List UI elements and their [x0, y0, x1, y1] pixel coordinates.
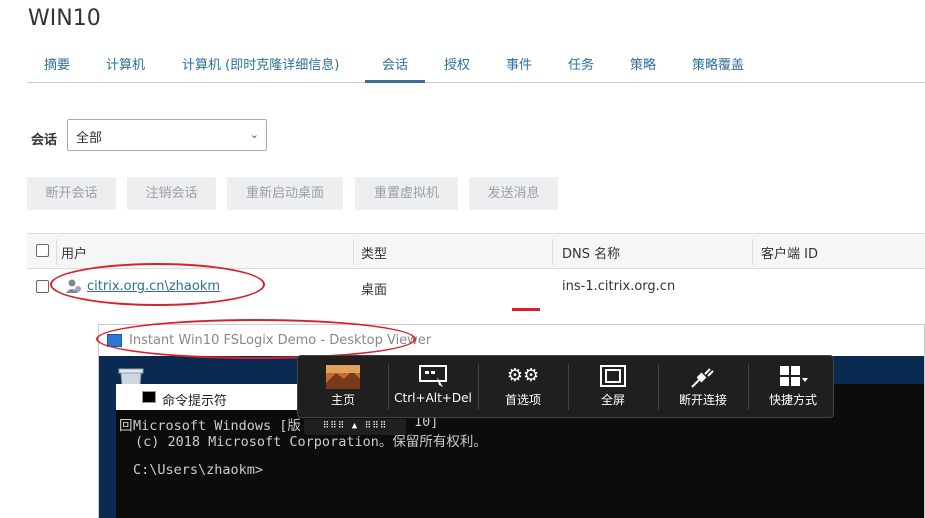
column-user[interactable]: 用户: [61, 243, 87, 262]
disconnect-session-button[interactable]: 断开会话: [27, 177, 116, 210]
shortcuts-grid-icon: [748, 365, 838, 387]
reset-vm-button[interactable]: 重置虚拟机: [355, 177, 458, 210]
annotation-dash: [512, 308, 540, 311]
cmd-system-menu-icon: 回: [119, 418, 133, 434]
column-dns-name[interactable]: DNS 名称: [562, 243, 620, 262]
column-divider: [552, 239, 553, 265]
annotation-ellipse-viewer: [96, 319, 416, 359]
tab-events[interactable]: 事件: [489, 46, 549, 83]
home-thumbnail-icon: [298, 365, 388, 389]
tab-tasks[interactable]: 任务: [551, 46, 611, 83]
column-type[interactable]: 类型: [361, 243, 387, 262]
toolbar-fullscreen-button[interactable]: 全屏: [568, 356, 658, 419]
toolbar-preferences-label: 首选项: [504, 393, 541, 407]
toolbar-shortcuts-button[interactable]: 快捷方式: [748, 356, 838, 419]
tab-bar: 摘要 计算机 计算机 (即时克隆详细信息) 会话 授权 事件 任务 策略 策略覆…: [27, 46, 925, 83]
citrix-viewer-toolbar: 主页 Ctrl+Alt+Del ⚙⚙ 首选项 全屏 断开连接 快捷方式: [297, 355, 834, 418]
tab-machines-instant-clone[interactable]: 计算机 (即时克隆详细信息): [165, 46, 356, 83]
toolbar-home-label: 主页: [330, 393, 355, 407]
toolbar-shortcuts-label: 快捷方式: [768, 393, 817, 407]
send-message-button[interactable]: 发送消息: [469, 177, 558, 210]
tab-policy-overrides[interactable]: 策略覆盖: [675, 46, 761, 83]
toolbar-ctrl-alt-del-label: Ctrl+Alt+Del: [394, 391, 472, 405]
column-divider: [752, 239, 753, 265]
session-filter-value: 全部: [76, 131, 103, 146]
toolbar-ctrl-alt-del-button[interactable]: Ctrl+Alt+Del: [388, 356, 478, 419]
logoff-session-button[interactable]: 注销会话: [127, 177, 216, 210]
toolbar-disconnect-label: 断开连接: [678, 393, 727, 407]
session-filter-select[interactable]: 全部 ⌄: [67, 119, 267, 151]
session-filter-label: 会话: [31, 133, 58, 148]
column-divider: [353, 239, 354, 265]
annotation-ellipse-user: [50, 263, 265, 306]
select-all-checkbox[interactable]: [36, 244, 49, 257]
session-type: 桌面: [361, 283, 388, 298]
toolbar-drag-handle[interactable]: ⠿⠿⠿ ▲ ⠿⠿⠿: [304, 419, 406, 435]
tab-summary[interactable]: 摘要: [27, 46, 87, 83]
cmd-icon: [142, 391, 156, 403]
toolbar-home-button[interactable]: 主页: [298, 356, 388, 419]
gears-icon: ⚙⚙: [506, 365, 540, 386]
page-title: WIN10: [28, 6, 101, 31]
row-checkbox[interactable]: [36, 280, 49, 293]
tab-policies[interactable]: 策略: [613, 46, 673, 83]
restart-desktop-button[interactable]: 重新启动桌面: [227, 177, 343, 210]
toolbar-preferences-button[interactable]: ⚙⚙ 首选项: [478, 356, 568, 419]
disconnect-plug-icon: [658, 365, 748, 388]
column-client-id[interactable]: 客户端 ID: [761, 243, 818, 262]
fullscreen-icon: [568, 365, 658, 387]
column-divider: [56, 239, 57, 265]
toolbar-fullscreen-label: 全屏: [600, 393, 625, 407]
ctrl-alt-del-icon: [388, 365, 478, 387]
chevron-down-icon: ⌄: [249, 128, 259, 141]
tab-entitlements[interactable]: 授权: [427, 46, 487, 83]
cmd-window-title: 命令提示符: [162, 394, 228, 409]
tab-machines[interactable]: 计算机: [89, 46, 162, 83]
tab-sessions[interactable]: 会话: [365, 46, 426, 83]
dns-name: ins-1.citrix.org.cn: [562, 279, 676, 294]
toolbar-disconnect-button[interactable]: 断开连接: [658, 356, 748, 419]
cmd-prompt-line[interactable]: C:\Users\zhaokm>: [133, 462, 263, 478]
